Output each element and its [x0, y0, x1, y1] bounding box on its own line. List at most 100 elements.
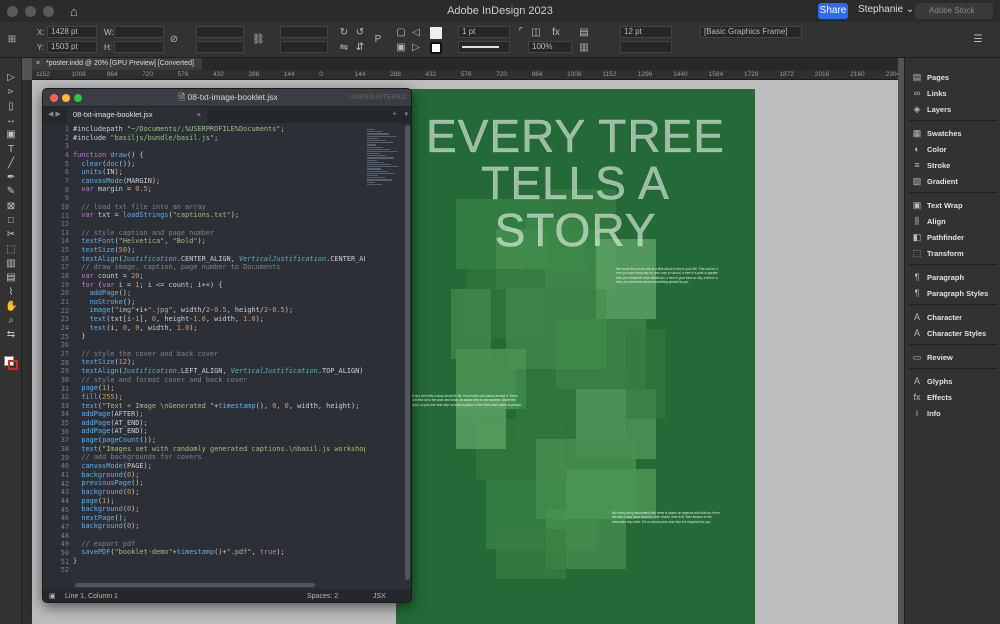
rectangle-tool-icon[interactable]: □ [5, 215, 17, 227]
code-line[interactable]: textSize(50); [73, 246, 365, 255]
editor-title-bar[interactable]: 🗎 08-txt-image-booklet.jsx UNREGISTERED [43, 89, 411, 107]
code-line[interactable]: addPage(AT_END); [73, 419, 365, 428]
code-line[interactable]: // style the cover and back cover [73, 350, 365, 359]
path-icon[interactable]: P [372, 34, 384, 46]
code-line[interactable]: // style and format cover and back cover [73, 376, 365, 385]
content-collector-icon[interactable]: ▣ [5, 129, 17, 141]
editor-tab[interactable]: 08-txt-image-booklet.jsx × [67, 107, 207, 123]
height-field[interactable] [114, 41, 164, 53]
panel-pathfinder[interactable]: ◧ Pathfinder [905, 230, 1000, 244]
body-text-frame-2[interactable]: Every tree tells a story about its life,… [412, 394, 522, 436]
stroke-swatch-icon[interactable] [430, 42, 442, 54]
type-tool-icon[interactable]: T [5, 144, 17, 156]
fitting-icon[interactable]: ▥ [578, 42, 590, 54]
flip-horizontal-icon[interactable]: ⇋ [338, 42, 350, 54]
horizontal-scrollbar[interactable] [75, 583, 315, 587]
code-line[interactable]: nextPage(); [73, 514, 365, 523]
code-area[interactable]: #includepath "~/Documents/;%USERPROFILE%… [73, 125, 365, 581]
code-line[interactable]: image("img"+i+".jpg", width/2-0.5, heigh… [73, 306, 365, 315]
panel-pages[interactable]: ▤ Pages [905, 70, 1000, 84]
zoom-tool-icon[interactable]: ⌕ [5, 315, 17, 327]
eyedropper-tool-icon[interactable]: ⌇ [5, 287, 17, 299]
panel-paragraph-styles[interactable]: ¶ Paragraph Styles [905, 286, 1000, 300]
free-transform-tool-icon[interactable]: ⬚ [5, 244, 17, 256]
code-line[interactable] [73, 142, 365, 151]
panel-info[interactable]: i Info [905, 406, 1000, 420]
code-line[interactable]: } [73, 557, 365, 566]
panel-swatches[interactable]: ▦ Swatches [905, 126, 1000, 140]
code-line[interactable]: var margin = 0.5; [73, 185, 365, 194]
code-editor-window[interactable]: 🗎 08-txt-image-booklet.jsx UNREGISTERED … [42, 88, 412, 603]
document-tab[interactable]: × *poster.indd @ 20% [GPU Preview] [Conve… [32, 58, 202, 70]
user-menu[interactable]: Stephanie ⌄ [858, 4, 914, 15]
select-next-icon[interactable]: ▷ [410, 42, 422, 54]
hand-tool-icon[interactable]: ✋ [5, 301, 17, 313]
gap-tool-icon[interactable]: ↔ [5, 115, 17, 127]
code-line[interactable]: canvasMode(PAGE); [73, 462, 365, 471]
code-line[interactable]: text("Text + Image \nGenerated "+timesta… [73, 402, 365, 411]
code-line[interactable]: textAlign(Justification.CENTER_ALIGN, Ve… [73, 255, 365, 264]
line-tool-icon[interactable]: ╱ [5, 158, 17, 170]
code-line[interactable]: background(0); [73, 471, 365, 480]
status-panel-icon[interactable]: ▣ [49, 589, 56, 602]
gap-field[interactable] [620, 41, 672, 53]
panel-menu-icon[interactable]: ☰ [972, 34, 984, 46]
code-line[interactable]: var count = 20; [73, 272, 365, 281]
code-line[interactable]: // load txt file into an array [73, 203, 365, 212]
code-line[interactable]: // draw image, caption, page number to D… [73, 263, 365, 272]
panel-text-wrap[interactable]: ▣ Text Wrap [905, 198, 1000, 212]
flip-vertical-icon[interactable]: ⇵ [354, 42, 366, 54]
fitting-field[interactable]: 12 pt [620, 26, 672, 38]
opacity-field[interactable]: 100% [528, 41, 572, 53]
object-style-dropdown[interactable]: [Basic Graphics Frame] [700, 26, 802, 38]
panel-transform[interactable]: ⬚ Transform [905, 246, 1000, 260]
code-line[interactable]: previousPage(); [73, 479, 365, 488]
vertical-scroll-thumb[interactable] [405, 125, 410, 580]
reference-point-icon[interactable]: ⊞ [6, 34, 18, 46]
panel-color[interactable]: ◐ Color [905, 142, 1000, 156]
code-line[interactable]: background(0); [73, 522, 365, 531]
code-line[interactable]: textFont("Helvetica", "Bold"); [73, 237, 365, 246]
code-line[interactable]: page(pageCount()); [73, 436, 365, 445]
poster-headline[interactable]: EVERY TREE TELLS A STORY [396, 112, 755, 254]
panel-stroke[interactable]: ≡ Stroke [905, 158, 1000, 172]
syntax-setting[interactable]: JSX [373, 589, 386, 602]
pen-tool-icon[interactable]: ✒ [5, 172, 17, 184]
code-line[interactable]: // add backgrounds for covers [73, 453, 365, 462]
code-line[interactable]: // export pdf [73, 540, 365, 549]
code-line[interactable]: // style caption and page number [73, 229, 365, 238]
code-line[interactable] [73, 220, 365, 229]
adobe-stock-search[interactable]: Adobe Stock [915, 3, 993, 19]
code-line[interactable]: page(1); [73, 384, 365, 393]
panel-paragraph[interactable]: ¶ Paragraph [905, 270, 1000, 284]
close-tab-icon[interactable]: × [36, 58, 40, 70]
code-line[interactable]: addPage(); [73, 289, 365, 298]
new-tab-icon[interactable]: + [392, 109, 397, 118]
vertical-scrollbar[interactable] [405, 125, 410, 580]
code-minimap[interactable] [367, 129, 401, 189]
pencil-tool-icon[interactable]: ✎ [5, 186, 17, 198]
code-line[interactable]: #include "basiljs/bundle/basil.js"; [73, 134, 365, 143]
fill-swatch-icon[interactable] [430, 27, 442, 39]
corner-options-icon[interactable]: ⌜ [515, 27, 527, 39]
body-text-frame-1[interactable]: We would like you to tell us a little ab… [616, 267, 720, 315]
link-icon[interactable]: ⛓ [252, 34, 265, 46]
stroke-weight-field[interactable]: 1 pt [458, 26, 510, 38]
y-field[interactable]: 1503 pt [47, 41, 97, 53]
stroke-type-dropdown[interactable] [458, 41, 510, 53]
direct-selection-tool-icon[interactable]: ▹ [5, 86, 17, 98]
share-button[interactable]: Share [818, 3, 848, 19]
code-line[interactable]: units(IN); [73, 168, 365, 177]
code-line[interactable] [73, 531, 365, 540]
width-field[interactable] [114, 26, 164, 38]
rectangle-frame-tool-icon[interactable]: ⊠ [5, 201, 17, 213]
code-line[interactable]: textAlign(Justification.LEFT_ALIGN, Vert… [73, 367, 365, 376]
note-tool-icon[interactable]: ▤ [5, 272, 17, 284]
fx-icon[interactable]: fx [550, 27, 562, 39]
code-line[interactable]: text(txt[i-1], 0, height-1.0, width, 1.0… [73, 315, 365, 324]
code-line[interactable]: for (var i = 1; i <= count; i++) { [73, 281, 365, 290]
panel-links[interactable]: ∞ Links [905, 86, 1000, 100]
code-line[interactable]: canvasMode(MARGIN); [73, 177, 365, 186]
code-line[interactable]: textSize(12); [73, 358, 365, 367]
panel-glyphs[interactable]: A Glyphs [905, 374, 1000, 388]
